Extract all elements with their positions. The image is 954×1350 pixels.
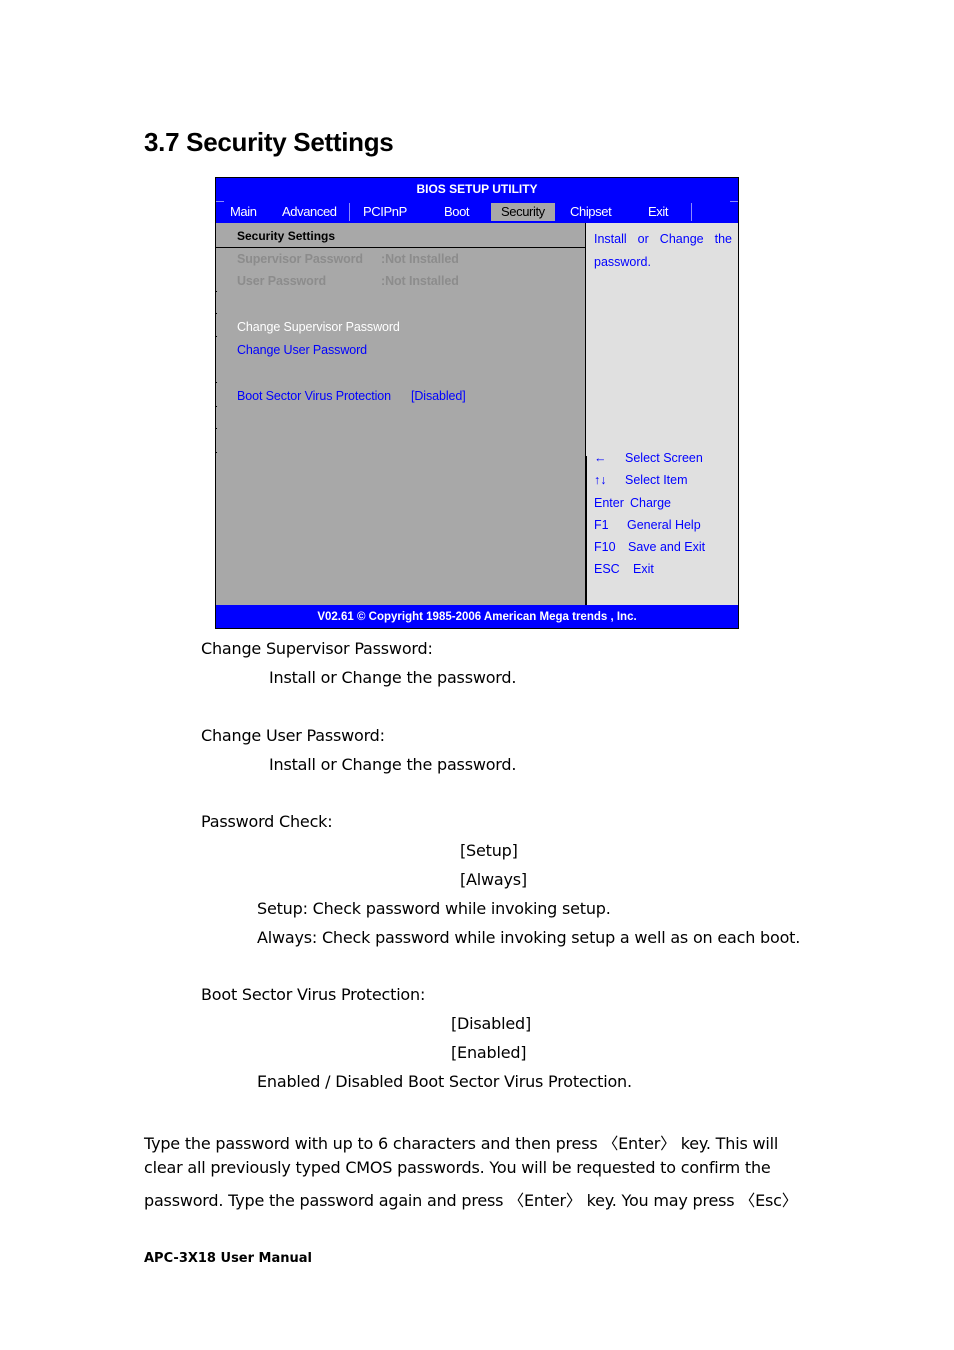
bios-menu-bar: Main Advanced PCIPnP Boot Security Chips… — [216, 201, 738, 223]
left-arrow-icon: ← — [594, 451, 607, 465]
help-text: Install or Change the password. — [594, 232, 732, 269]
key-desc: Select Screen — [625, 451, 703, 465]
password-check-desc: Setup: Check password while invoking set… — [257, 899, 611, 918]
boot-sector-label: Boot Sector Virus Protection: — [201, 985, 426, 1004]
change-user-label: Change User Password: — [201, 726, 385, 745]
bios-settings-panel: Security Settings Supervisor Password :N… — [215, 223, 586, 605]
setting-value[interactable]: [Disabled] — [411, 389, 466, 403]
status-label: User Password — [237, 274, 327, 288]
change-supervisor-password-item[interactable]: Change Supervisor Password — [237, 320, 400, 334]
heading-divider — [216, 247, 585, 248]
change-supervisor-desc: Install or Change the password. — [269, 668, 517, 687]
tab-advanced[interactable]: Advanced — [282, 203, 337, 221]
key-desc: Save and Exit — [628, 540, 706, 554]
supervisor-password-status: Supervisor Password :Not Installed — [237, 252, 459, 266]
boot-sector-option: [Disabled] — [451, 1014, 531, 1033]
up-down-arrows-icon: ↑↓ — [594, 473, 607, 487]
menu-border-line — [730, 201, 738, 202]
status-value: :Not Installed — [381, 274, 459, 288]
tab-chipset[interactable]: Chipset — [570, 203, 612, 221]
menu-border-line — [216, 201, 224, 202]
user-password-status: User Password :Not Installed — [237, 274, 459, 288]
border-tick — [215, 382, 217, 383]
menu-separator — [349, 203, 350, 221]
setting-label: Boot Sector Virus Protection — [237, 389, 391, 403]
border-tick — [215, 428, 217, 429]
key-label: F1 — [594, 518, 609, 532]
border-tick — [215, 313, 217, 314]
border-tick — [215, 452, 217, 453]
tab-pcipnp[interactable]: PCIPnP — [363, 203, 407, 221]
paragraph-line: password. Type the password again and pr… — [144, 1191, 798, 1210]
key-desc: Charge — [630, 496, 671, 510]
tab-exit[interactable]: Exit — [648, 203, 668, 221]
bios-copyright: V02.61 © Copyright 1985-2006 American Me… — [317, 611, 637, 623]
key-label: F10 — [594, 540, 616, 554]
border-tick — [215, 291, 217, 292]
paragraph-line: clear all previously typed CMOS password… — [144, 1158, 771, 1177]
password-check-option: [Setup] — [460, 841, 518, 860]
bios-help-panel: Install or Change the password. ← Select… — [586, 223, 738, 605]
key-label: Enter — [594, 496, 624, 510]
change-user-password-item[interactable]: Change User Password — [237, 343, 367, 357]
tab-security[interactable]: Security — [491, 203, 555, 221]
help-divider — [586, 456, 587, 605]
status-value: :Not Installed — [381, 252, 459, 266]
boot-sector-virus-protection-item[interactable]: Boot Sector Virus Protection [Disabled] — [237, 389, 466, 403]
tab-main[interactable]: Main — [230, 203, 257, 221]
menu-separator — [691, 203, 692, 221]
key-label: ESC — [594, 562, 620, 576]
bios-title: BIOS SETUP UTILITY — [416, 182, 538, 196]
key-desc: Exit — [633, 562, 654, 576]
password-check-label: Password Check: — [201, 812, 333, 831]
border-tick — [215, 336, 217, 337]
key-desc: General Help — [627, 518, 701, 532]
paragraph-line: Type the password with up to 6 character… — [144, 1134, 779, 1153]
bios-setup-screenshot: BIOS SETUP UTILITY Main Advanced PCIPnP … — [215, 177, 739, 629]
password-check-option: [Always] — [460, 870, 527, 889]
status-label: Supervisor Password — [237, 252, 363, 266]
settings-heading: Security Settings — [237, 229, 336, 243]
password-check-desc: Always: Check password while invoking se… — [257, 928, 801, 947]
boot-sector-desc: Enabled / Disabled Boot Sector Virus Pro… — [257, 1072, 632, 1091]
tab-boot[interactable]: Boot — [444, 203, 470, 221]
change-user-desc: Install or Change the password. — [269, 755, 517, 774]
border-tick — [215, 406, 217, 407]
section-title: 3.7 Security Settings — [144, 127, 394, 157]
boot-sector-option: [Enabled] — [451, 1043, 527, 1062]
change-supervisor-label: Change Supervisor Password: — [201, 639, 433, 658]
manual-footer: APC-3X18 User Manual — [144, 1251, 313, 1266]
key-desc: Select Item — [625, 473, 688, 487]
